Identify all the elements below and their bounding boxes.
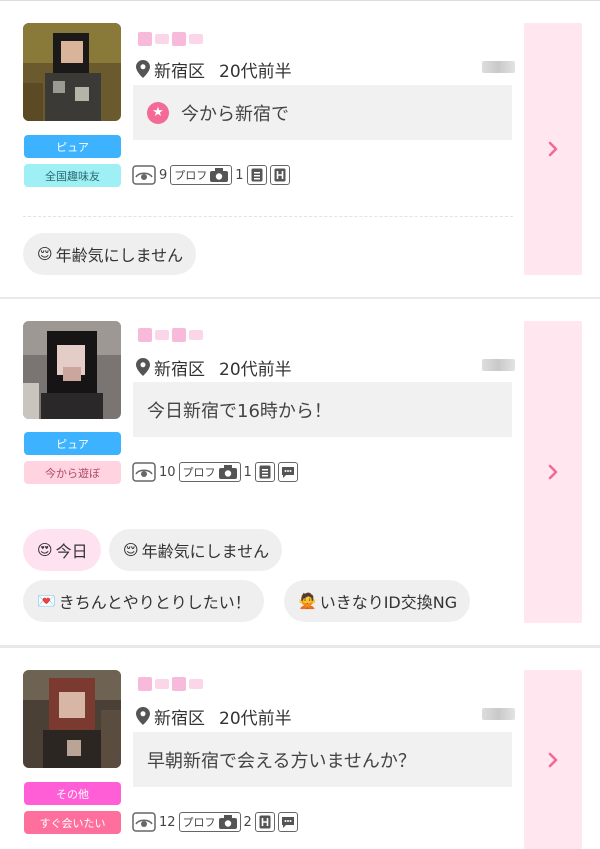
interest-chip[interactable]: 😌 年齢気にしません: [23, 233, 197, 275]
message-text: 早朝新宿で会える方いませんか？: [147, 750, 416, 772]
chevron-right-icon: [548, 752, 558, 767]
age-text: 20代前半: [219, 359, 292, 380]
camera-icon: [218, 815, 237, 829]
open-profile-button[interactable]: [524, 670, 582, 849]
map-pin-icon: [136, 60, 150, 78]
chip-label: 年齢気にしません: [141, 542, 270, 561]
location-text: 新宿区: [154, 359, 205, 380]
tag-badge: その他: [24, 782, 121, 805]
message-box: ★ 今から新宿で: [133, 85, 512, 140]
face-icon: 😌: [123, 541, 139, 559]
avatar[interactable]: [23, 23, 121, 121]
view-count: 10: [159, 464, 176, 480]
photo-count: 2: [243, 814, 252, 830]
tag-badge: ピュア: [24, 135, 121, 158]
location-row: 新宿区 20代前半: [136, 356, 292, 380]
photo-count: 1: [235, 167, 244, 183]
face-icon: 😌: [37, 245, 53, 263]
star-icon: ★: [147, 101, 169, 124]
timestamp-blurred: [482, 359, 515, 371]
chevron-right-icon: [548, 141, 558, 157]
stats-row: 10 プロフ 1: [132, 461, 298, 483]
profile-label: プロフ: [182, 466, 216, 479]
location-row: 新宿区 20代前半: [136, 58, 292, 82]
profile-label: プロフ: [174, 169, 208, 182]
view-count: 12: [159, 814, 176, 830]
chip-label: 今日: [55, 542, 88, 561]
chevron-right-icon: [548, 464, 558, 480]
chip-label: いきなりID交換NG: [319, 593, 458, 612]
chat-icon: [277, 812, 298, 832]
age-text: 20代前半: [219, 708, 292, 729]
message-text: 今日新宿で16時から！: [147, 400, 332, 422]
profile-badge: プロフ: [170, 165, 233, 185]
letter-icon: 💌: [37, 592, 56, 610]
profile-card[interactable]: 新宿区 20代前半 ★ 今から新宿で ピュア 全国趣味友 9 プロフ 1 😌 年…: [0, 0, 600, 297]
message-box: 今日新宿で16時から！: [133, 382, 512, 437]
chat-icon: [277, 462, 298, 482]
username-blurred: [138, 325, 208, 345]
divider: [23, 216, 513, 217]
stats-row: 9 プロフ 1: [132, 164, 290, 186]
footprint-icon: [132, 462, 156, 482]
stats-row: 12 プロフ 2: [132, 811, 298, 833]
location-text: 新宿区: [154, 708, 205, 729]
open-profile-button[interactable]: [524, 321, 582, 623]
location-row: 新宿区 20代前半: [136, 705, 292, 729]
h-icon: [254, 812, 275, 832]
person-icon: 🙅: [298, 592, 317, 610]
username-blurred: [138, 674, 208, 694]
camera-icon: [218, 465, 237, 479]
heart-eyes-icon: 😍: [37, 541, 53, 559]
photo-count: 1: [243, 464, 252, 480]
profile-card[interactable]: 新宿区 20代前半 早朝新宿で会える方いませんか？ その他 すぐ会いたい 12 …: [0, 648, 600, 849]
footprint-icon: [132, 165, 156, 185]
tag-badge: 今から遊ぼ: [24, 461, 121, 484]
message-text: 今から新宿で: [181, 103, 289, 125]
timestamp-blurred: [482, 708, 515, 720]
chip-label: 年齢気にしません: [55, 246, 184, 265]
map-pin-icon: [136, 358, 150, 376]
avatar[interactable]: [23, 670, 121, 768]
chip-label: きちんとやりとりしたい！: [58, 593, 251, 612]
age-text: 20代前半: [219, 61, 292, 82]
interest-chip[interactable]: 😌 年齢気にしません: [109, 529, 283, 571]
profile-badge: プロフ: [178, 462, 241, 482]
document-icon: [254, 462, 275, 482]
h-icon: [269, 165, 290, 185]
map-pin-icon: [136, 707, 150, 725]
interest-chip[interactable]: 🙅 いきなりID交換NG: [284, 580, 471, 622]
interest-chip[interactable]: 😍 今日: [23, 529, 101, 571]
tag-badge: 全国趣味友: [24, 164, 121, 187]
footprint-icon: [132, 812, 156, 832]
tag-badge: ピュア: [24, 432, 121, 455]
interest-chip[interactable]: 💌 きちんとやりとりしたい！: [23, 580, 264, 622]
message-box: 早朝新宿で会える方いませんか？: [133, 732, 512, 787]
timestamp-blurred: [482, 61, 515, 73]
profile-card[interactable]: 新宿区 20代前半 今日新宿で16時から！ ピュア 今から遊ぼ 10 プロフ 1…: [0, 299, 600, 645]
open-profile-button[interactable]: [524, 23, 582, 275]
profile-badge: プロフ: [178, 812, 241, 832]
view-count: 9: [159, 167, 168, 183]
avatar[interactable]: [23, 321, 121, 419]
location-text: 新宿区: [154, 61, 205, 82]
tag-badge: すぐ会いたい: [24, 811, 121, 834]
document-icon: [246, 165, 267, 185]
camera-icon: [210, 168, 229, 182]
username-blurred: [138, 29, 208, 49]
profile-label: プロフ: [182, 816, 216, 829]
